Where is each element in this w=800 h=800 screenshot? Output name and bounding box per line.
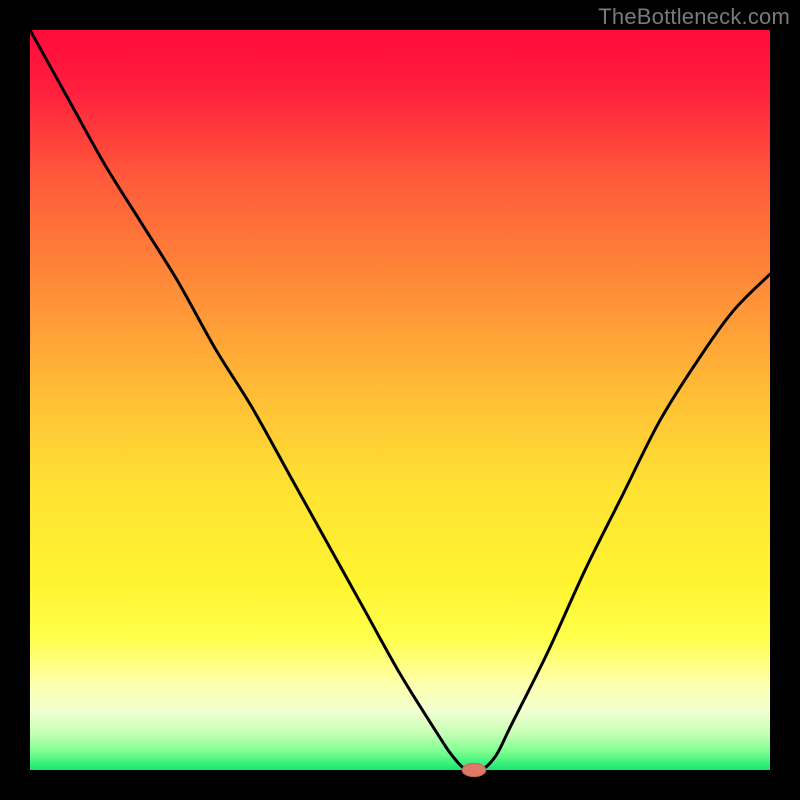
optimal-point-marker	[462, 763, 486, 776]
watermark-text: TheBottleneck.com	[598, 4, 790, 30]
bottleneck-chart	[0, 0, 800, 800]
app-frame: TheBottleneck.com	[0, 0, 800, 800]
plot-background	[30, 30, 770, 770]
